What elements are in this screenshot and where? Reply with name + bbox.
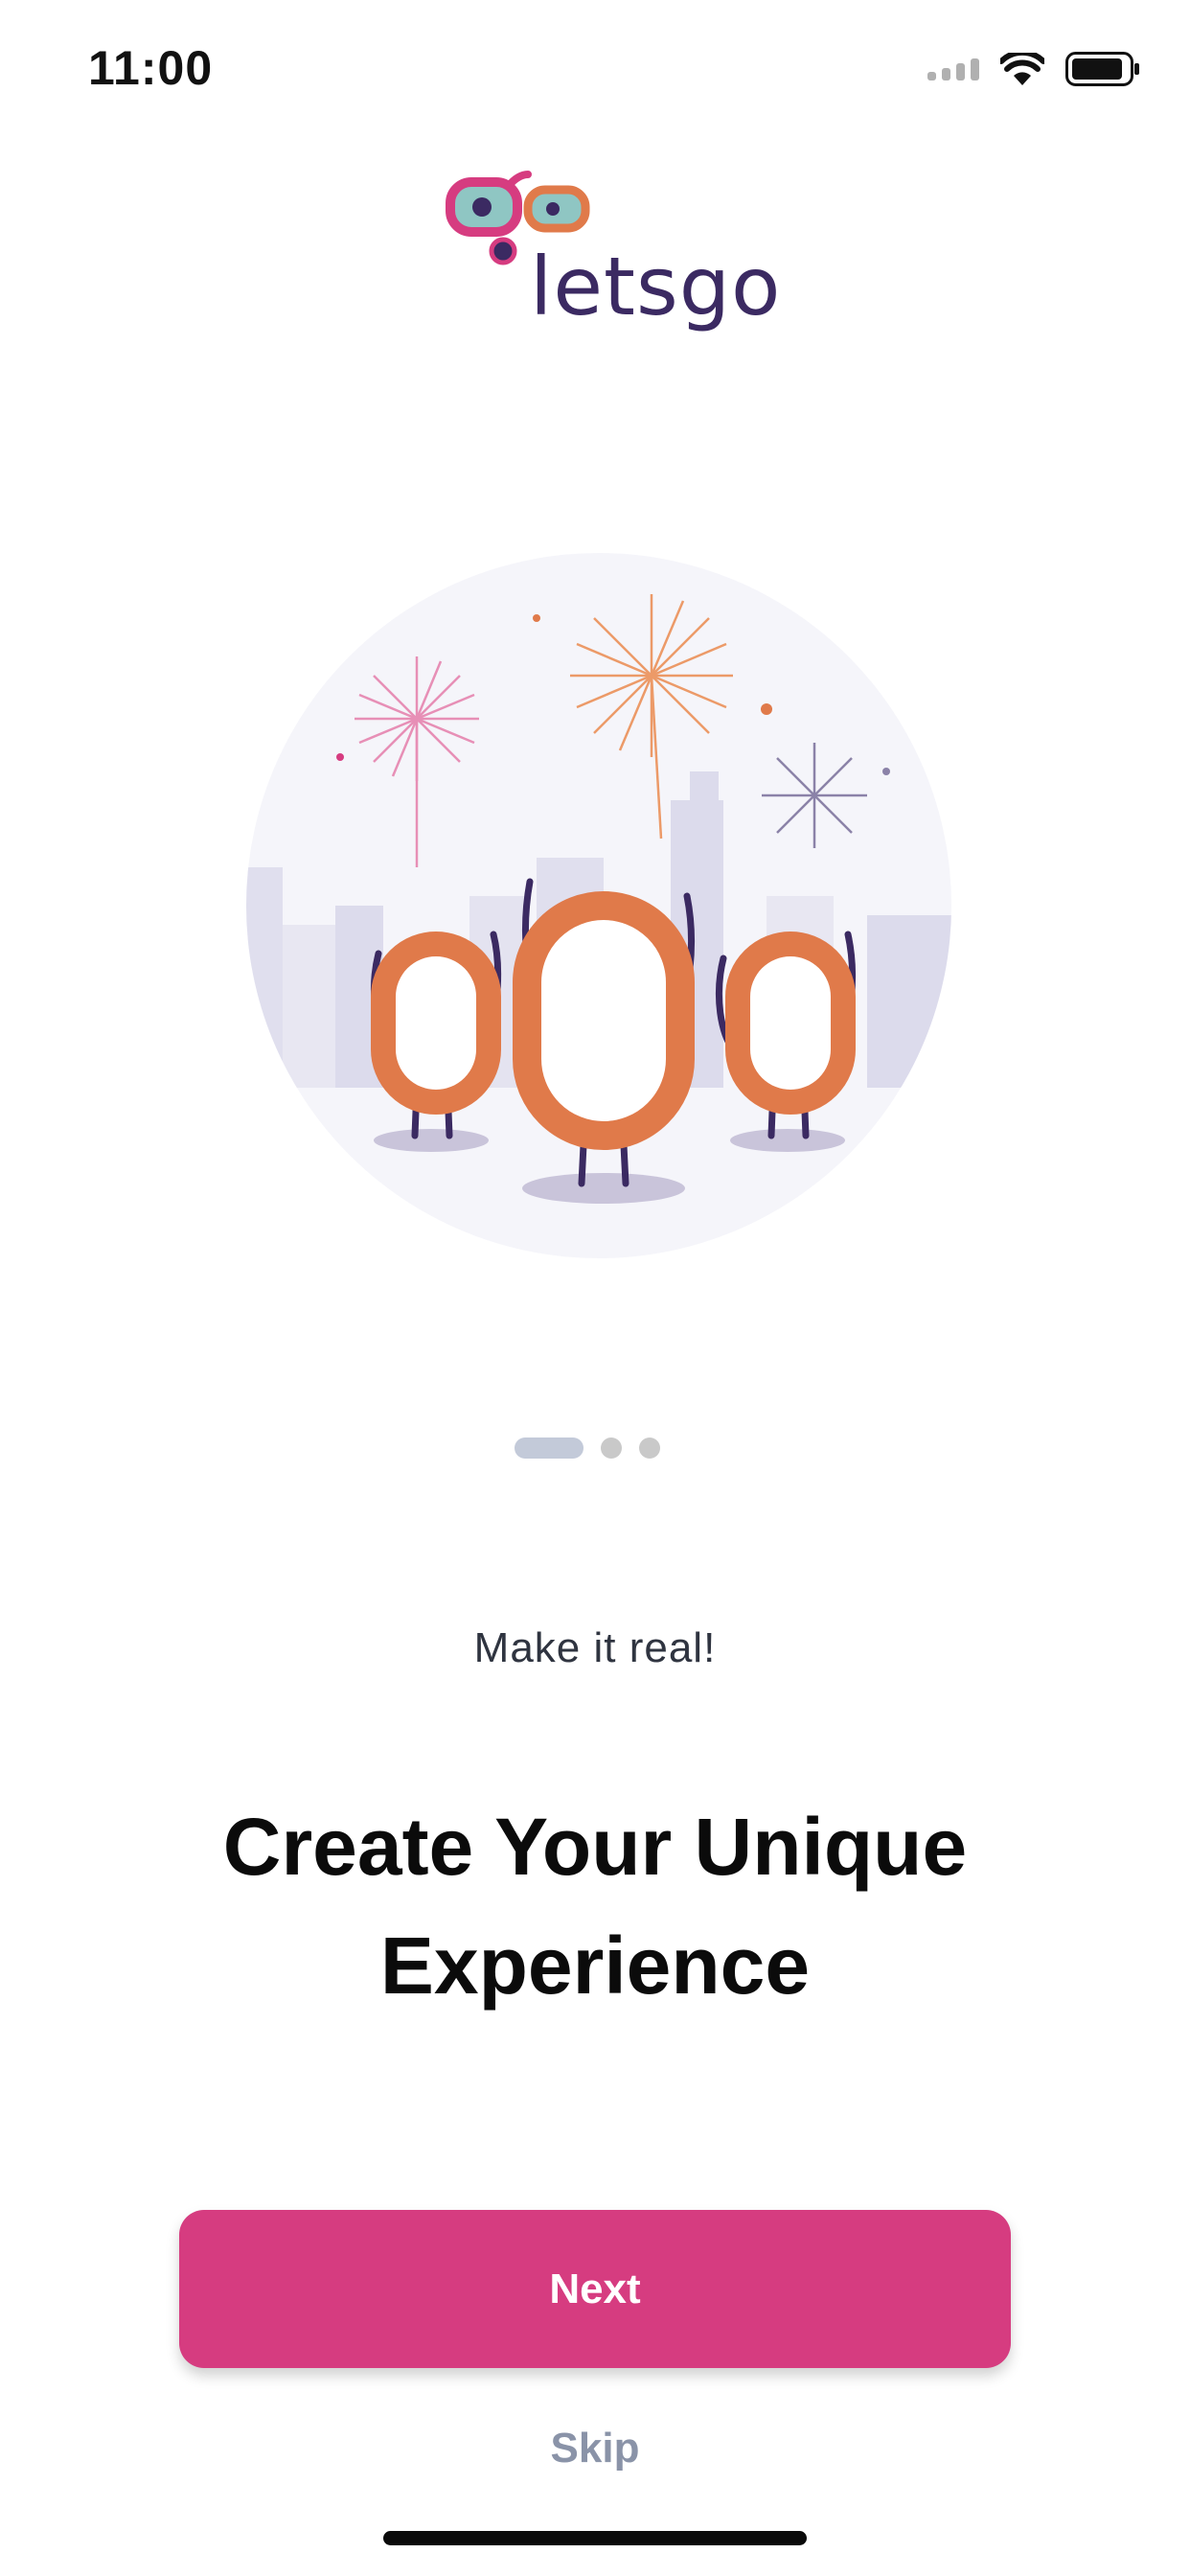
wifi-icon — [1000, 53, 1044, 85]
signal-icon — [927, 58, 979, 80]
battery-icon — [1065, 52, 1139, 86]
page-indicator — [515, 1438, 660, 1459]
next-button[interactable]: Next — [179, 2210, 1011, 2368]
home-indicator — [383, 2531, 807, 2545]
skip-button[interactable]: Skip — [479, 2415, 711, 2482]
onboarding-title: Create Your Unique Experience — [222, 1802, 968, 2011]
page-dot — [601, 1438, 622, 1459]
page-dot — [639, 1438, 660, 1459]
status-bar: 11:00 — [0, 0, 1190, 144]
status-icons — [927, 52, 1140, 86]
page-dot-active — [515, 1438, 584, 1459]
brand-name: letsgo — [530, 240, 782, 334]
status-time: 11:00 — [88, 41, 214, 95]
onboarding-subtitle: Make it real! — [473, 1624, 717, 1671]
brand-logo: letsgo — [446, 165, 781, 342]
celebration-illustration — [246, 553, 951, 1258]
